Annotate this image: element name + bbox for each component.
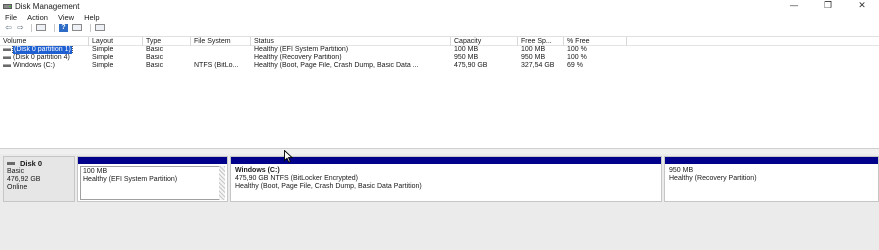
partition-bar bbox=[665, 157, 878, 164]
partition-status: Healthy (Recovery Partition) bbox=[669, 175, 757, 182]
disk-management-icon bbox=[3, 2, 12, 10]
disk-size: 476,92 GB bbox=[7, 176, 41, 183]
menu-action[interactable]: Action bbox=[22, 13, 53, 22]
file-system-cell bbox=[191, 54, 251, 62]
partition-recovery[interactable]: 950 MB Healthy (Recovery Partition) bbox=[664, 156, 879, 202]
capacity-cell: 100 MB bbox=[454, 46, 479, 53]
forward-arrow-icon[interactable]: ⇨ bbox=[15, 23, 26, 32]
layout-cell: Simple bbox=[92, 46, 114, 53]
volume-name: (Disk 0 partition 4) bbox=[13, 54, 70, 61]
volume-icon bbox=[3, 47, 11, 51]
show-pane-icon[interactable] bbox=[95, 24, 105, 31]
toolbar-separator bbox=[54, 23, 55, 32]
volume-cell: (Disk 0 partition 4) bbox=[0, 54, 89, 62]
partition-size: 950 MB bbox=[669, 167, 694, 174]
window-controls: — ❐ ✕ bbox=[777, 0, 879, 12]
column-header-file-system[interactable]: File System bbox=[191, 37, 251, 46]
file-system-cell: NTFS (BitLo... bbox=[194, 62, 239, 69]
partition-bar bbox=[231, 157, 661, 164]
free-space-cell: 327,54 GB bbox=[521, 62, 555, 69]
disk-info-panel[interactable]: Disk 0 Basic 476,92 GB Online bbox=[3, 156, 75, 202]
partition-body: 950 MB Healthy (Recovery Partition) bbox=[665, 164, 878, 186]
volume-list: Volume Layout Type File System Status Ca… bbox=[0, 36, 879, 148]
percent-free-cell: 69 % bbox=[567, 62, 583, 69]
volume-list-header: Volume Layout Type File System Status Ca… bbox=[0, 37, 879, 46]
toolbar-separator bbox=[31, 23, 32, 32]
status-cell: Healthy (Recovery Partition) bbox=[254, 54, 342, 61]
capacity-cell: 475,90 GB bbox=[454, 62, 488, 69]
partition-windows-c[interactable]: Windows (C:) 475,90 GB NTFS (BitLocker E… bbox=[230, 156, 662, 202]
volume-cell: Windows (C:) bbox=[0, 62, 89, 70]
capacity-cell: 950 MB bbox=[454, 54, 479, 61]
type-cell: Basic bbox=[146, 54, 164, 61]
partition-title: Windows (C:) bbox=[235, 167, 280, 174]
column-header-capacity[interactable]: Capacity bbox=[451, 37, 518, 46]
menu-help[interactable]: Help bbox=[79, 13, 104, 22]
help-icon[interactable]: ? bbox=[59, 23, 68, 32]
volume-name: Windows (C:) bbox=[13, 62, 56, 69]
volume-icon bbox=[3, 55, 11, 59]
console-tree-icon[interactable] bbox=[36, 24, 46, 31]
column-header-layout[interactable]: Layout bbox=[89, 37, 143, 46]
column-header-volume[interactable]: Volume bbox=[0, 37, 89, 46]
file-system-cell bbox=[191, 46, 251, 54]
window-title: Disk Management bbox=[15, 1, 80, 11]
free-space-cell: 950 MB bbox=[521, 54, 546, 61]
column-header-type[interactable]: Type bbox=[143, 37, 191, 46]
disk-type: Basic bbox=[7, 168, 25, 175]
type-cell: Basic bbox=[146, 46, 164, 53]
disk-graphical-view: Disk 0 Basic 476,92 GB Online 100 MB Hea… bbox=[0, 154, 879, 250]
minimize-button[interactable]: — bbox=[777, 0, 811, 12]
back-arrow-icon[interactable]: ⇦ bbox=[3, 23, 14, 32]
partition-size: 100 MB bbox=[83, 168, 108, 175]
table-row[interactable]: Windows (C:) Simple Basic NTFS (BitLo...… bbox=[0, 62, 879, 70]
partition-status: Healthy (EFI System Partition) bbox=[83, 176, 178, 183]
partition-body: 100 MB Healthy (EFI System Partition) bbox=[79, 165, 226, 201]
layout-cell: Simple bbox=[92, 62, 114, 69]
partition-bar bbox=[78, 157, 227, 164]
title-bar: Disk Management — ❐ ✕ bbox=[0, 0, 879, 12]
menu-file[interactable]: File bbox=[0, 13, 22, 22]
status-cell: Healthy (Boot, Page File, Crash Dump, Ba… bbox=[254, 62, 419, 69]
volume-icon bbox=[3, 63, 11, 67]
close-button[interactable]: ✕ bbox=[845, 0, 879, 12]
type-cell: Basic bbox=[146, 62, 164, 69]
percent-free-cell: 100 % bbox=[567, 54, 587, 61]
disk-icon bbox=[7, 162, 15, 165]
partition-status: Healthy (Boot, Page File, Crash Dump, Ba… bbox=[235, 183, 422, 190]
partition-body: Windows (C:) 475,90 GB NTFS (BitLocker E… bbox=[231, 164, 661, 194]
disk-name: Disk 0 bbox=[20, 159, 43, 168]
table-row[interactable]: (Disk 0 partition 4) Simple Basic Health… bbox=[0, 54, 879, 62]
column-header-percent-free[interactable]: % Free bbox=[564, 37, 627, 46]
percent-free-cell: 100 % bbox=[567, 46, 587, 53]
selection-hatch bbox=[219, 166, 225, 200]
layout-cell: Simple bbox=[92, 54, 114, 61]
toolbar: ⇦ ⇨ ? bbox=[0, 22, 879, 33]
table-row[interactable]: (Disk 0 partition 1) Simple Basic Health… bbox=[0, 46, 879, 54]
disk-name-row: Disk 0 bbox=[7, 159, 71, 168]
partition-size: 475,90 GB NTFS (BitLocker Encrypted) bbox=[235, 175, 358, 182]
column-header-status[interactable]: Status bbox=[251, 37, 451, 46]
free-space-cell: 100 MB bbox=[521, 46, 546, 53]
menu-bar: File Action View Help bbox=[0, 12, 879, 22]
properties-icon[interactable] bbox=[72, 24, 82, 31]
toolbar-separator bbox=[90, 23, 91, 32]
disk-state: Online bbox=[7, 184, 28, 191]
status-cell: Healthy (EFI System Partition) bbox=[254, 46, 349, 53]
volume-cell: (Disk 0 partition 1) bbox=[0, 46, 89, 54]
volume-name: (Disk 0 partition 1) bbox=[12, 46, 73, 54]
restore-button[interactable]: ❐ bbox=[811, 0, 845, 12]
menu-view[interactable]: View bbox=[53, 13, 79, 22]
column-header-free-space[interactable]: Free Sp... bbox=[518, 37, 564, 46]
partition-efi[interactable]: 100 MB Healthy (EFI System Partition) bbox=[77, 156, 228, 202]
